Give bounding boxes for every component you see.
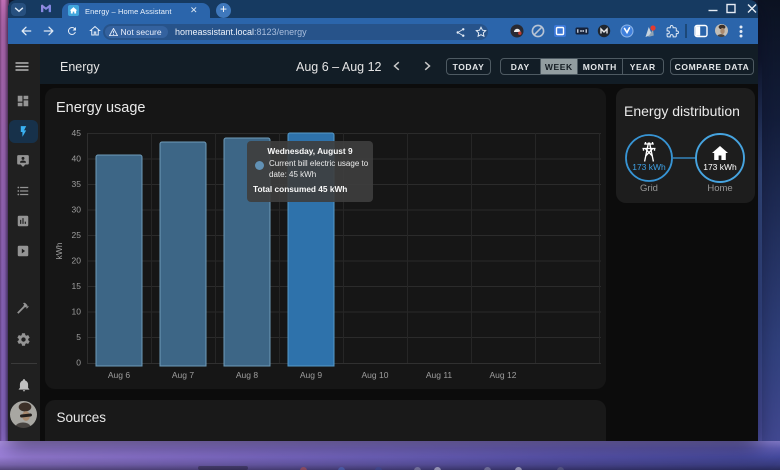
svg-text:kWh: kWh: [54, 242, 64, 259]
svg-text:45: 45: [72, 128, 82, 138]
svg-text:Aug 10: Aug 10: [362, 370, 389, 380]
svg-text:Aug 11: Aug 11: [426, 370, 453, 380]
svg-text:30: 30: [72, 205, 82, 215]
svg-text:Aug 8: Aug 8: [236, 370, 258, 380]
svg-text:20: 20: [72, 256, 82, 266]
svg-text:Grid: Grid: [640, 183, 658, 194]
svg-text:5: 5: [76, 332, 81, 342]
svg-text:15: 15: [72, 281, 82, 291]
svg-text:Aug 12: Aug 12: [490, 370, 517, 380]
svg-text:40: 40: [72, 154, 82, 164]
svg-text:Aug 9: Aug 9: [300, 370, 322, 380]
svg-text:10: 10: [72, 307, 82, 317]
svg-text:25: 25: [72, 230, 82, 240]
svg-text:173 kWh: 173 kWh: [632, 162, 666, 172]
svg-text:35: 35: [72, 179, 82, 189]
svg-text:Aug 7: Aug 7: [172, 370, 194, 380]
svg-text:0: 0: [76, 358, 81, 368]
svg-text:Aug 6: Aug 6: [108, 370, 130, 380]
svg-text:173 kWh: 173 kWh: [703, 162, 737, 172]
svg-text:Home: Home: [707, 183, 732, 194]
